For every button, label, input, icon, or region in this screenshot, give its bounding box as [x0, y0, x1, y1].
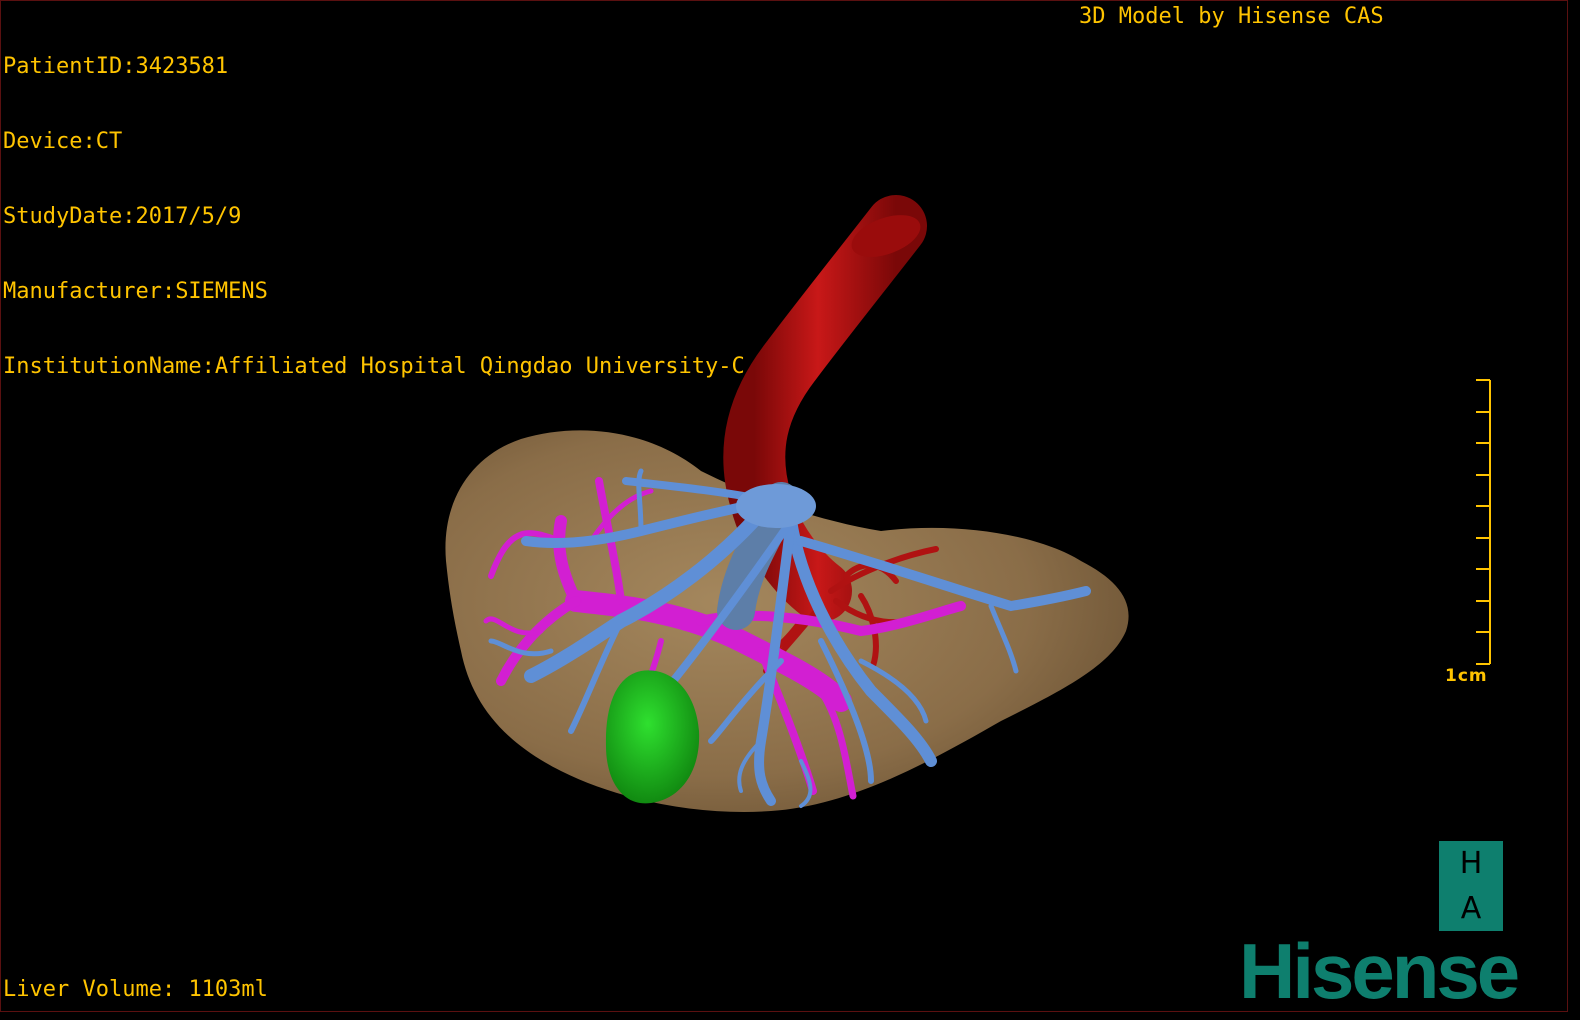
- device-label: Device:: [3, 129, 96, 154]
- patient-info-panel: PatientID:3423581 Device:CT StudyDate:20…: [3, 4, 745, 429]
- 3d-viewport[interactable]: PatientID:3423581 Device:CT StudyDate:20…: [0, 0, 1568, 1012]
- manufacturer-line: Manufacturer:SIEMENS: [3, 279, 745, 304]
- scale-bar: [1476, 379, 1491, 665]
- institution-value: Affiliated Hospital Qingdao University-C: [214, 354, 745, 379]
- institution-label: InstitutionName:: [3, 354, 215, 379]
- patient-id-line: PatientID:3423581: [3, 54, 745, 79]
- study-date-value: 2017/5/9: [135, 204, 242, 229]
- liver-volume-label: Liver Volume:: [3, 977, 176, 1002]
- orientation-indicator: H A: [1439, 841, 1503, 931]
- manufacturer-value: SIEMENS: [175, 279, 268, 304]
- liver-volume-value: 1103ml: [188, 977, 268, 1002]
- study-date-line: StudyDate:2017/5/9: [3, 204, 745, 229]
- institution-line: InstitutionName:Affiliated Hospital Qing…: [3, 354, 745, 379]
- orientation-anterior-label: A: [1460, 890, 1482, 926]
- scale-bar-label: 1cm: [1445, 666, 1488, 686]
- model-credit: 3D Model by Hisense CAS: [1079, 4, 1384, 29]
- manufacturer-label: Manufacturer:: [3, 279, 176, 304]
- hepatic-vein-confluence: [736, 484, 816, 528]
- device-value: CT: [95, 129, 123, 154]
- liver-volume: Liver Volume: 1103ml: [3, 977, 268, 1002]
- study-date-label: StudyDate:: [3, 204, 136, 229]
- hisense-logo: Hisense: [1239, 927, 1520, 1012]
- device-line: Device:CT: [3, 129, 745, 154]
- orientation-head-label: H: [1459, 845, 1483, 881]
- patient-id-label: PatientID:: [3, 54, 136, 79]
- patient-id-value: 3423581: [135, 54, 229, 79]
